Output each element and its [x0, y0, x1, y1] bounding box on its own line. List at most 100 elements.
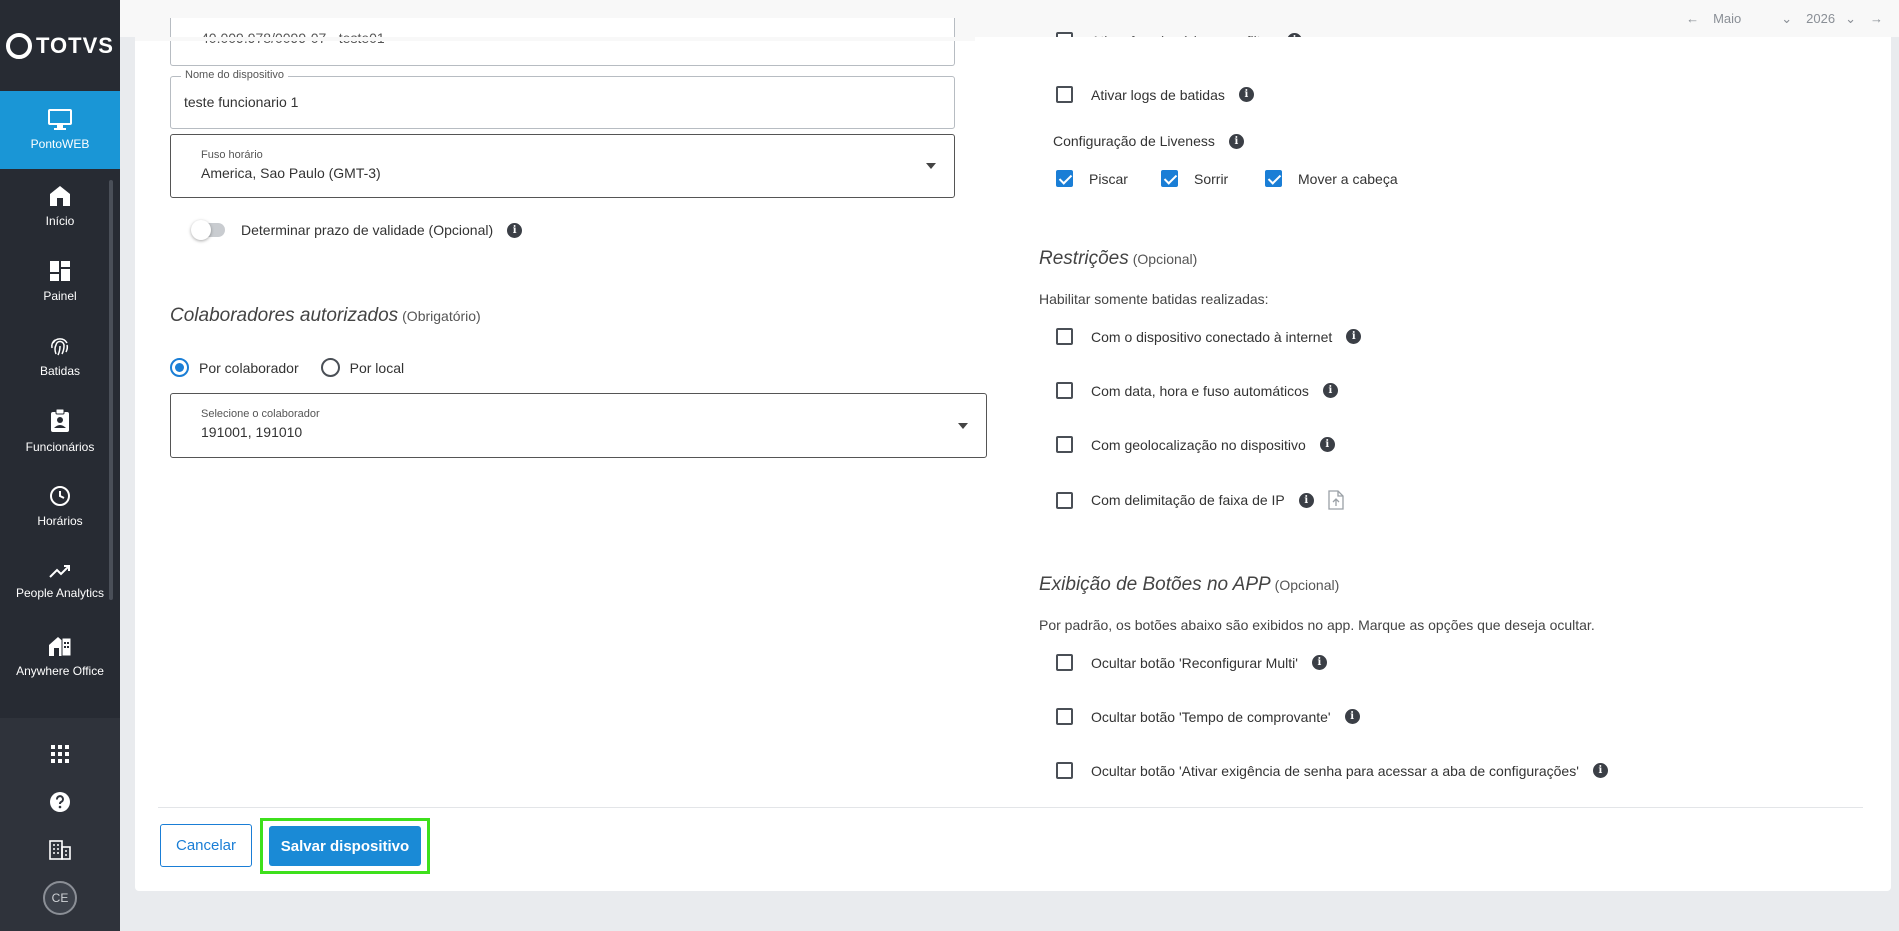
- info-icon[interactable]: i: [1322, 383, 1338, 398]
- timezone-select[interactable]: Fuso horário America, Sao Paulo (GMT-3): [170, 134, 955, 198]
- liveness-head-checkbox[interactable]: [1265, 170, 1282, 187]
- collaborator-select-value: 191001, 191010: [201, 424, 303, 440]
- collaborators-required-note: (Obrigatório): [402, 308, 481, 324]
- sidebar-item-anywhere-office[interactable]: Anywhere Office: [0, 619, 120, 694]
- info-icon[interactable]: i: [1228, 133, 1244, 149]
- user-avatar-button[interactable]: CE: [0, 874, 120, 922]
- file-upload-icon[interactable]: [1328, 490, 1344, 510]
- dashboard-icon: [50, 261, 70, 281]
- previous-period-arrow-icon[interactable]: ←: [1686, 11, 1699, 26]
- badge-icon: [51, 409, 69, 432]
- sidebar-item-label: Painel: [43, 289, 77, 303]
- collaborator-mode-radios: Por colaborador Por local: [170, 358, 404, 377]
- hide-receipt-time-label: Ocultar botão 'Tempo de comprovante': [1091, 708, 1331, 725]
- info-icon[interactable]: i: [1344, 709, 1360, 724]
- cancel-button[interactable]: Cancelar: [160, 824, 252, 867]
- device-name-field[interactable]: Nome do dispositivo teste funcionario 1: [170, 69, 955, 129]
- brand-name: TOTVS: [36, 32, 114, 58]
- fingerprint-icon: [51, 338, 69, 356]
- scroll-clip-mask: [975, 37, 1875, 51]
- restriction-internet-checkbox[interactable]: [1056, 328, 1073, 345]
- radio-by-collaborator[interactable]: [170, 358, 189, 377]
- restrictions-title: Restrições: [1039, 248, 1129, 269]
- liveness-smile-checkbox[interactable]: [1161, 170, 1178, 187]
- restriction-internet-row: Com o dispositivo conectado à internet i: [1056, 328, 1362, 345]
- scroll-clip-mask: [135, 37, 975, 41]
- info-icon[interactable]: i: [507, 222, 523, 238]
- home-icon: [50, 186, 70, 206]
- hide-password-label: Ocultar botão 'Ativar exigência de senha…: [1091, 762, 1579, 779]
- totvs-logo[interactable]: TOTVS: [0, 0, 120, 91]
- sidebar-item-horarios[interactable]: Horários: [0, 469, 120, 544]
- timezone-value: America, Sao Paulo (GMT-3): [201, 165, 381, 181]
- sidebar-item-pontoweb[interactable]: PontoWEB: [0, 91, 120, 169]
- hide-reconfigure-checkbox[interactable]: [1056, 654, 1073, 671]
- restrictions-section-title: Restrições (Opcional): [1039, 248, 1197, 270]
- restriction-geolocation-label: Com geolocalização no dispositivo: [1091, 436, 1306, 453]
- year-select[interactable]: 2026 ⌄: [1806, 11, 1856, 27]
- sidebar-item-funcionarios[interactable]: Funcionários: [0, 394, 120, 469]
- save-button-highlight: Salvar dispositivo: [260, 818, 430, 874]
- company-button[interactable]: [0, 826, 120, 874]
- restriction-internet-label: Com o dispositivo conectado à internet: [1091, 328, 1333, 345]
- hide-receipt-time-checkbox[interactable]: [1056, 708, 1073, 725]
- sidebar-item-inicio[interactable]: Início: [0, 169, 120, 244]
- building-icon: [49, 840, 71, 860]
- info-icon[interactable]: i: [1311, 655, 1327, 670]
- help-button[interactable]: [0, 778, 120, 826]
- collaborator-select[interactable]: Selecione o colaborador 191001, 191010: [170, 393, 987, 458]
- liveness-smile-row: Sorrir: [1161, 170, 1228, 187]
- buttons-display-title: Exibição de Botões no APP: [1039, 574, 1271, 595]
- device-code-field[interactable]: 40.009.978/0099-07 - teste01: [170, 18, 955, 66]
- save-device-button[interactable]: Salvar dispositivo: [269, 826, 421, 866]
- apps-grid-icon: [51, 745, 69, 763]
- info-icon[interactable]: i: [1319, 437, 1335, 452]
- home-office-icon: [49, 637, 72, 657]
- sidebar-item-label: People Analytics: [15, 586, 105, 600]
- sidebar-item-painel[interactable]: Painel: [0, 244, 120, 319]
- info-icon[interactable]: i: [1238, 87, 1254, 102]
- hide-reconfigure-label: Ocultar botão 'Reconfigurar Multi': [1091, 654, 1298, 671]
- liveness-smile-label: Sorrir: [1194, 170, 1229, 187]
- info-icon[interactable]: i: [1298, 492, 1314, 508]
- avatar: CE: [43, 881, 77, 915]
- sidebar-bottom: CE: [0, 718, 120, 931]
- apps-grid-button[interactable]: [0, 730, 120, 778]
- restriction-geolocation-checkbox[interactable]: [1056, 436, 1073, 453]
- sidebar-scrollbar[interactable]: [109, 180, 113, 600]
- month-select[interactable]: Maio ⌄: [1713, 11, 1792, 27]
- validity-toggle[interactable]: [191, 220, 225, 240]
- info-icon[interactable]: i: [1592, 763, 1608, 778]
- year-value: 2026: [1806, 11, 1836, 26]
- sidebar-item-people-analytics[interactable]: People Analytics: [0, 544, 120, 619]
- restriction-ip-row: Com delimitação de faixa de IP i: [1056, 490, 1344, 510]
- caret-down-icon: [926, 163, 936, 169]
- logs-checkbox[interactable]: [1056, 86, 1073, 103]
- logs-row: Ativar logs de batidas i: [1056, 86, 1254, 103]
- hide-password-checkbox[interactable]: [1056, 762, 1073, 779]
- caret-down-icon: [958, 422, 968, 429]
- next-period-arrow-icon[interactable]: →: [1870, 11, 1883, 26]
- help-icon: [50, 792, 70, 812]
- sidebar-item-label: Horários: [37, 514, 83, 528]
- restrictions-subtitle: Habilitar somente batidas realizadas:: [1039, 291, 1269, 307]
- hide-password-row: Ocultar botão 'Ativar exigência de senha…: [1056, 762, 1608, 779]
- clock-icon: [50, 486, 70, 506]
- restriction-datetime-checkbox[interactable]: [1056, 382, 1073, 399]
- liveness-blink-checkbox[interactable]: [1056, 170, 1073, 187]
- logs-label: Ativar logs de batidas: [1091, 86, 1225, 103]
- buttons-display-subtitle: Por padrão, os botões abaixo são exibido…: [1039, 617, 1595, 633]
- radio-by-location[interactable]: [320, 358, 340, 377]
- restrictions-optional-note: (Opcional): [1132, 251, 1198, 267]
- restriction-ip-checkbox[interactable]: [1056, 491, 1073, 509]
- sidebar-item-label: Anywhere Office: [16, 664, 104, 678]
- info-icon[interactable]: i: [1346, 329, 1362, 344]
- period-selector: ← Maio ⌄ 2026 ⌄ →: [1686, 0, 1899, 37]
- monitor-icon: [48, 109, 72, 130]
- collaborator-select-label: Selecione o colaborador: [201, 408, 320, 420]
- buttons-display-optional-note: (Opcional): [1274, 577, 1340, 593]
- radio-by-collaborator-label: Por colaborador: [199, 359, 299, 376]
- sidebar-item-label: PontoWEB: [30, 137, 90, 151]
- sidebar-item-batidas[interactable]: Batidas: [0, 319, 120, 394]
- sidebar-item-label: Início: [45, 214, 75, 228]
